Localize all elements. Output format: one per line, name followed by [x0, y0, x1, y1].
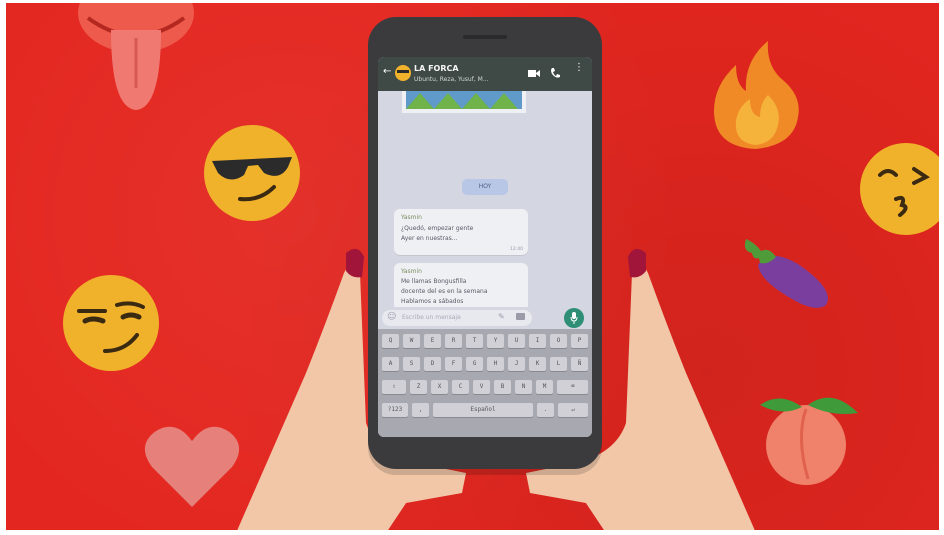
key[interactable]: O: [550, 334, 567, 348]
smirk-emoji-sticker: [63, 275, 159, 371]
key[interactable]: X: [431, 380, 448, 394]
key[interactable]: P: [571, 334, 588, 348]
key[interactable]: W: [403, 334, 420, 348]
key[interactable]: G: [466, 357, 483, 371]
contact-status: Ubuntu, Reza, Yusuf, M...: [414, 76, 489, 83]
period-key[interactable]: .: [537, 403, 554, 417]
key[interactable]: J: [508, 357, 525, 371]
key[interactable]: D: [424, 357, 441, 371]
comma-key[interactable]: ,: [412, 403, 429, 417]
key[interactable]: V: [473, 380, 490, 394]
tongue-emoji-sticker: [78, 3, 194, 110]
key[interactable]: Z: [410, 380, 427, 394]
smartphone: ← LA FORCA Ubuntu, Reza, Yusuf, M... ⋮ H…: [368, 17, 602, 469]
attach-icon[interactable]: ✎: [498, 312, 505, 321]
contact-name[interactable]: LA FORCA: [414, 64, 459, 73]
message-sender: Yasmin: [401, 214, 422, 221]
phone-speaker: [463, 35, 507, 39]
key[interactable]: Ñ: [571, 357, 588, 371]
key[interactable]: M: [536, 380, 553, 394]
shared-image-message[interactable]: [402, 91, 526, 113]
microphone-icon: [570, 312, 578, 324]
key[interactable]: B: [494, 380, 511, 394]
enter-key[interactable]: ↵: [558, 403, 588, 417]
key[interactable]: Y: [487, 334, 504, 348]
backspace-key[interactable]: ⌫: [557, 380, 588, 394]
message-input-bar: ☺ Escribe un mensaje ✎: [378, 307, 592, 329]
key[interactable]: S: [403, 357, 420, 371]
message-time: 12:40: [510, 247, 523, 252]
message-line: ¿Quedó, empezar gente: [401, 225, 474, 232]
felt-background: ← LA FORCA Ubuntu, Reza, Yusuf, M... ⋮ H…: [6, 3, 939, 530]
chat-header: ← LA FORCA Ubuntu, Reza, Yusuf, M... ⋮: [378, 57, 592, 91]
message-sender: Yasmin: [401, 268, 422, 275]
date-chip: HOY: [462, 179, 508, 195]
shift-key[interactable]: ⇧: [382, 380, 406, 394]
emoji-icon[interactable]: ☺: [387, 312, 396, 322]
back-arrow-icon[interactable]: ←: [383, 66, 391, 77]
message-bubble[interactable]: Yasmin ¿Quedó, empezar gente Ayer en nue…: [394, 209, 528, 255]
peach-emoji-sticker: [760, 397, 858, 485]
space-key[interactable]: Español: [433, 403, 533, 417]
message-line: Me llamas Bongusfilla: [401, 278, 467, 285]
key[interactable]: K: [529, 357, 546, 371]
key[interactable]: T: [466, 334, 483, 348]
key[interactable]: F: [445, 357, 462, 371]
on-screen-keyboard: Q W E R T Y U I O P A S D F G H J K L Ñ: [378, 329, 592, 437]
key[interactable]: E: [424, 334, 441, 348]
heart-emoji-sticker: [144, 426, 240, 507]
key[interactable]: N: [515, 380, 532, 394]
chat-area: HOY Yasmin ¿Quedó, empezar gente Ayer en…: [378, 91, 592, 319]
key[interactable]: L: [550, 357, 567, 371]
microphone-button[interactable]: [564, 308, 584, 328]
key[interactable]: R: [445, 334, 462, 348]
phone-screen: ← LA FORCA Ubuntu, Reza, Yusuf, M... ⋮ H…: [378, 57, 592, 437]
message-input[interactable]: ☺ Escribe un mensaje ✎: [382, 310, 532, 326]
message-line: Hablamos a sábados: [401, 298, 464, 305]
message-line: docente del es en la semana: [401, 288, 488, 295]
symbols-key[interactable]: ?123: [382, 403, 408, 417]
key[interactable]: A: [382, 357, 399, 371]
key[interactable]: U: [508, 334, 525, 348]
key[interactable]: Q: [382, 334, 399, 348]
kissing-emoji-sticker: [860, 143, 939, 235]
phone-call-icon[interactable]: [550, 67, 560, 79]
key[interactable]: C: [452, 380, 469, 394]
input-placeholder: Escribe un mensaje: [402, 314, 461, 321]
camera-icon[interactable]: [516, 313, 525, 320]
key[interactable]: I: [529, 334, 546, 348]
menu-icon[interactable]: ⋮: [574, 63, 584, 73]
message-line: Ayer en nuestras...: [401, 235, 458, 242]
group-avatar[interactable]: [394, 64, 412, 82]
video-call-icon[interactable]: [528, 69, 540, 78]
sunglasses-emoji-sticker: [204, 125, 300, 221]
key[interactable]: H: [487, 357, 504, 371]
fire-emoji-sticker: [714, 41, 799, 149]
